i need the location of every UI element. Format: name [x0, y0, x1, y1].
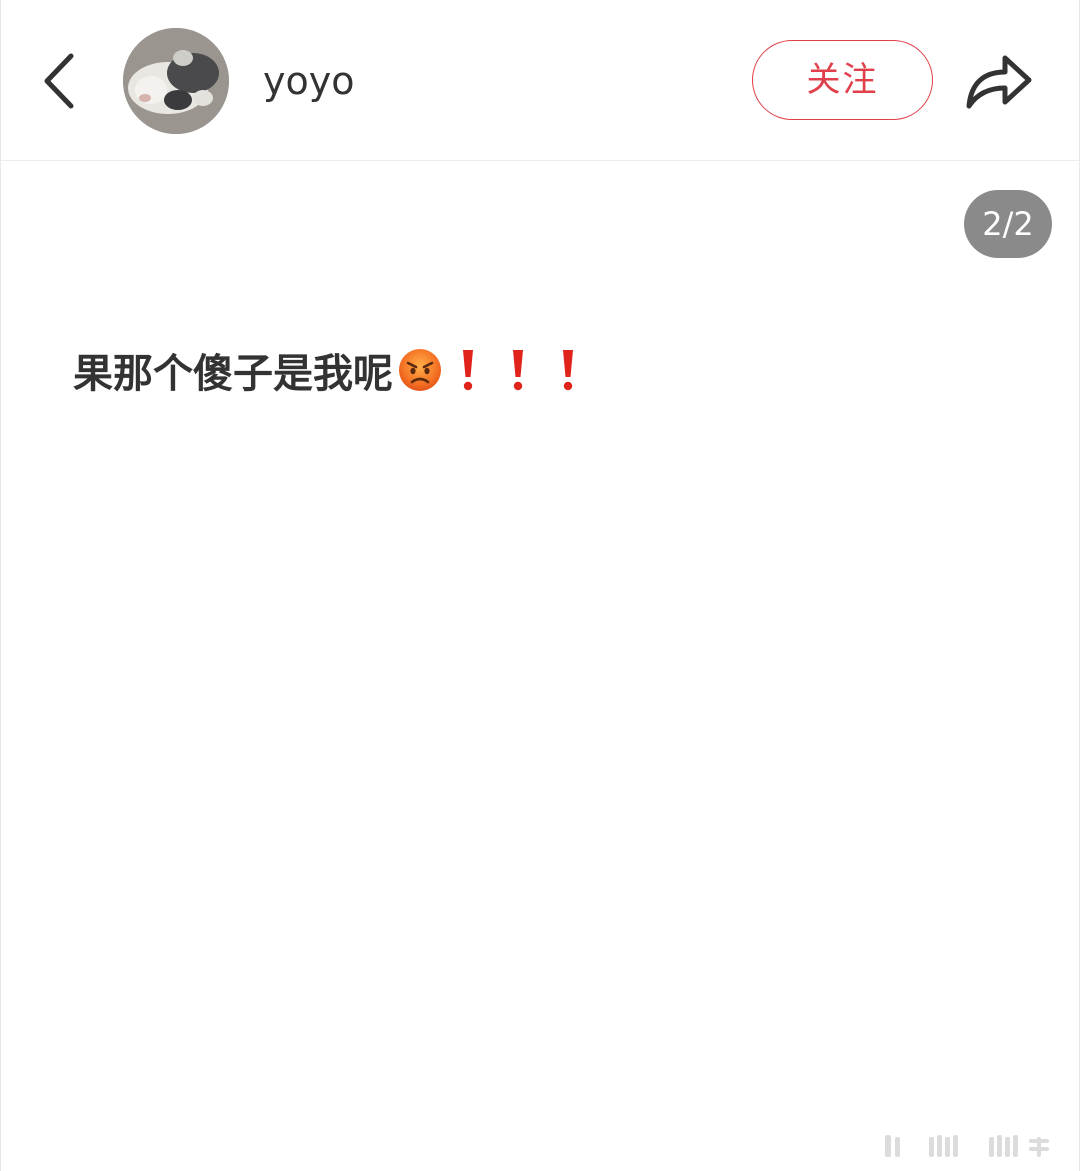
top-bar: yoyo 关注 [1, 0, 1079, 161]
red-exclamation-icon [543, 347, 593, 393]
angry-face-emoji-icon [397, 347, 443, 393]
watermark-logo [879, 1131, 1069, 1161]
red-exclamation-icon [443, 347, 493, 393]
red-exclamation-icon [493, 347, 543, 393]
post-viewer-page: yoyo 关注 2/2 果那个傻子是我呢 [0, 0, 1080, 1171]
share-arrow-icon [966, 55, 1032, 109]
avatar[interactable] [123, 28, 229, 134]
page-indicator-badge: 2/2 [964, 190, 1052, 258]
post-content: 果那个傻子是我呢 [73, 340, 593, 400]
cat-avatar-image [123, 28, 229, 134]
username[interactable]: yoyo [263, 54, 354, 108]
share-button[interactable] [959, 44, 1039, 116]
follow-button[interactable]: 关注 [752, 40, 933, 120]
back-button[interactable] [35, 48, 85, 114]
chevron-left-icon [44, 53, 74, 109]
post-text: 果那个傻子是我呢 [73, 350, 393, 397]
